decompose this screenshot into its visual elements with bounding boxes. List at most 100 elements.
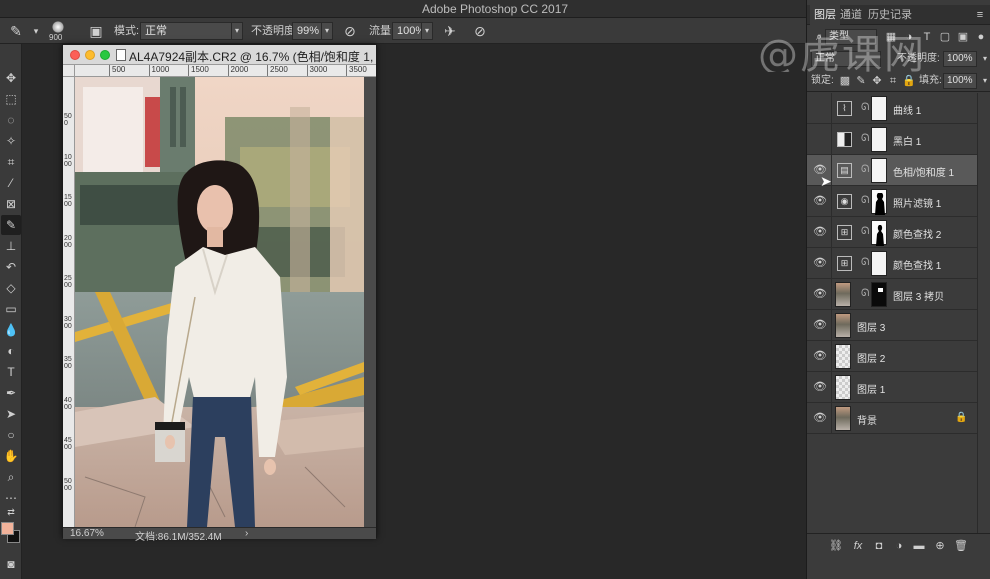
link-icon[interactable]: ᘏ xyxy=(861,288,869,299)
marquee-tool-icon[interactable]: ⬚ xyxy=(1,89,21,109)
link-icon[interactable]: ᘏ xyxy=(861,164,869,175)
layer-mask-thumbnail[interactable] xyxy=(871,220,887,246)
mode-dropdown-arrow[interactable]: ▾ xyxy=(231,22,243,40)
foreground-color-swatch[interactable] xyxy=(1,522,14,535)
lock-transparent-icon[interactable]: ▩ xyxy=(837,73,853,89)
group-folder-icon[interactable]: ▬ xyxy=(911,538,927,554)
image-canvas[interactable] xyxy=(75,77,364,527)
link-icon[interactable]: ᘏ xyxy=(861,133,869,144)
flow-dropdown-arrow[interactable]: ▾ xyxy=(421,22,433,40)
layer-row[interactable]: 👁 图层 2 xyxy=(807,341,977,372)
fx-icon[interactable]: fx xyxy=(850,538,866,554)
trash-icon[interactable]: 🗑 xyxy=(953,538,969,554)
brush-tool-icon[interactable]: ✎ xyxy=(6,21,26,41)
minimize-button[interactable] xyxy=(85,50,95,60)
layer-mask-thumbnail[interactable] xyxy=(871,251,887,276)
chevron-down-icon[interactable]: ▾ xyxy=(26,21,46,41)
layer-row[interactable]: 👁 ⊞ ᘏ 颜色查找 2 xyxy=(807,217,977,248)
lock-image-icon[interactable]: ✎ xyxy=(853,73,869,89)
shape-tool-icon[interactable]: ○ xyxy=(1,425,21,445)
airbrush-icon[interactable]: ✈ xyxy=(440,21,460,41)
layer-name[interactable]: 图层 3 拷贝 xyxy=(893,288,944,303)
layer-mask-thumbnail[interactable] xyxy=(871,282,887,307)
panel-menu-icon[interactable]: ≡ xyxy=(972,7,988,23)
vertical-ruler[interactable]: 500 1000 1500 2000 2500 3000 3500 4000 4500 5000 xyxy=(63,77,75,527)
link-layers-icon[interactable]: ⛓ xyxy=(828,538,844,554)
flow-input[interactable]: 100% xyxy=(392,22,425,40)
layer-row[interactable]: 👁 ▤ ᘏ 色相/饱和度 1 xyxy=(807,155,977,186)
layer-thumbnail[interactable] xyxy=(835,375,851,400)
quick-select-tool-icon[interactable]: ✧ xyxy=(1,131,21,151)
dodge-tool-icon[interactable]: ◐ xyxy=(1,341,21,361)
visibility-toggle[interactable]: 👁 xyxy=(813,101,827,115)
eyedropper-tool-icon[interactable]: ⁄ xyxy=(1,173,21,193)
layer-row[interactable]: 👁 图层 3 xyxy=(807,310,977,341)
layer-name[interactable]: 图层 2 xyxy=(857,350,885,365)
layer-name[interactable]: 颜色查找 1 xyxy=(893,257,941,272)
layer-mask-thumbnail[interactable] xyxy=(871,127,887,152)
visibility-toggle[interactable]: 👁 xyxy=(813,287,827,301)
layer-thumbnail[interactable] xyxy=(835,313,851,338)
layer-name[interactable]: 图层 1 xyxy=(857,381,885,396)
layer-name[interactable]: 照片滤镜 1 xyxy=(893,195,941,210)
blur-tool-icon[interactable]: 💧 xyxy=(1,320,21,340)
zoom-tool-icon[interactable]: ⌕ xyxy=(1,467,21,487)
new-layer-icon[interactable]: ⊕ xyxy=(932,538,948,554)
link-icon[interactable]: ᘏ xyxy=(861,226,869,237)
close-button[interactable] xyxy=(70,50,80,60)
pressure-opacity-icon[interactable]: ⊘ xyxy=(340,21,360,41)
link-icon[interactable]: ᘏ xyxy=(861,102,869,113)
eraser-tool-icon[interactable]: ◇ xyxy=(1,278,21,298)
crop-tool-icon[interactable]: ⌗ xyxy=(1,152,21,172)
gradient-tool-icon[interactable]: ▭ xyxy=(1,299,21,319)
hand-tool-icon[interactable]: ✋ xyxy=(1,446,21,466)
ruler-origin[interactable] xyxy=(63,65,75,77)
quick-mask-icon[interactable]: ◙ xyxy=(1,554,21,574)
layer-row[interactable]: 👁 ⊞ ᘏ 颜色查找 1 xyxy=(807,248,977,279)
adjustment-layer-icon[interactable]: ◑ xyxy=(891,538,907,554)
layer-row[interactable]: 👁 ⌇ ᘏ 曲线 1 xyxy=(807,93,977,124)
move-tool-icon[interactable]: ✥ xyxy=(1,68,21,88)
frame-tool-icon[interactable]: ⊠ xyxy=(1,194,21,214)
layer-name[interactable]: 颜色查找 2 xyxy=(893,226,941,241)
brush-tool-icon[interactable]: ✎ xyxy=(1,215,21,235)
layer-thumbnail[interactable] xyxy=(835,406,851,431)
lock-icon[interactable]: 🔒 xyxy=(955,412,967,423)
maximize-button[interactable] xyxy=(100,50,110,60)
pressure-size-icon[interactable]: ⊘ xyxy=(470,21,490,41)
layer-mask-thumbnail[interactable] xyxy=(871,96,887,121)
visibility-toggle[interactable]: 👁 xyxy=(813,411,827,425)
visibility-toggle[interactable]: 👁 xyxy=(813,194,827,208)
link-icon[interactable]: ᘏ xyxy=(861,257,869,268)
layer-mask-thumbnail[interactable] xyxy=(871,189,887,215)
layer-name[interactable]: 黑白 1 xyxy=(893,133,921,148)
layer-row[interactable]: 👁 ᘏ 图层 3 拷贝 xyxy=(807,279,977,310)
type-tool-icon[interactable]: T xyxy=(1,362,21,382)
swap-colors-icon[interactable]: ⇄ xyxy=(1,502,21,522)
layer-row[interactable]: 👁 ᘏ 黑白 1 xyxy=(807,124,977,155)
layer-row[interactable]: 👁 图层 1 xyxy=(807,372,977,403)
pen-tool-icon[interactable]: ✒ xyxy=(1,383,21,403)
brush-preset-picker[interactable]: 900 xyxy=(46,20,70,42)
chevron-down-icon[interactable]: ▾ xyxy=(977,73,990,89)
visibility-toggle[interactable]: 👁 xyxy=(813,225,827,239)
visibility-toggle[interactable]: 👁 xyxy=(813,318,827,332)
layer-name[interactable]: 图层 3 xyxy=(857,319,885,334)
opacity-dropdown-arrow[interactable]: ▾ xyxy=(321,22,333,40)
add-mask-icon[interactable]: ◘ xyxy=(871,538,887,554)
layer-fill-input[interactable]: 100% xyxy=(943,73,977,89)
layer-row[interactable]: 👁 背景 🔒 xyxy=(807,403,977,434)
horizontal-ruler[interactable]: 5001000150020002500300035004000 xyxy=(75,65,376,77)
mode-select[interactable]: 正常 xyxy=(140,22,232,40)
link-icon[interactable]: ᘏ xyxy=(861,195,869,206)
lock-all-icon[interactable]: 🔒 xyxy=(901,73,917,89)
lock-artboard-icon[interactable]: ⌗ xyxy=(885,73,901,89)
visibility-toggle[interactable]: 👁 xyxy=(813,132,827,146)
status-menu-arrow[interactable]: › xyxy=(245,528,248,539)
visibility-toggle[interactable]: 👁 xyxy=(813,349,827,363)
lock-position-icon[interactable]: ✥ xyxy=(869,73,885,89)
visibility-toggle[interactable]: 👁 xyxy=(813,380,827,394)
visibility-toggle[interactable]: 👁 xyxy=(813,256,827,270)
layer-mask-thumbnail[interactable] xyxy=(871,158,887,183)
layer-thumbnail[interactable] xyxy=(835,344,851,369)
